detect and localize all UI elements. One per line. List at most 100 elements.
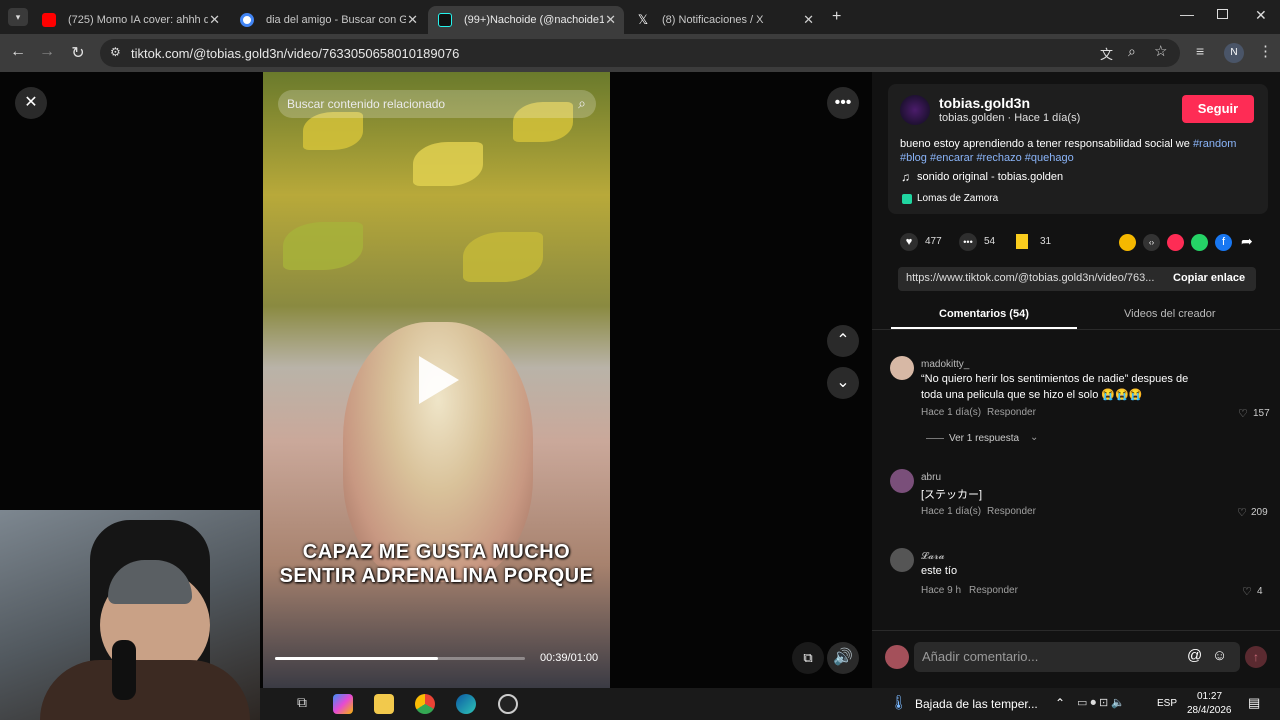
facebook-icon[interactable]: f xyxy=(1215,234,1232,251)
file-explorer-icon[interactable] xyxy=(374,694,394,714)
progress-fill xyxy=(275,657,438,660)
whatsapp-icon[interactable] xyxy=(1191,234,1208,251)
edge-icon[interactable] xyxy=(456,694,476,714)
heart-icon[interactable]: ♡ xyxy=(1242,585,1252,598)
comment-icon[interactable]: ••• xyxy=(959,233,977,251)
play-icon[interactable] xyxy=(419,356,459,404)
close-icon[interactable]: ✕ xyxy=(605,12,616,28)
tray-chevron-icon[interactable]: ⌃ xyxy=(1055,696,1065,710)
volume-icon[interactable]: 🔊 xyxy=(827,642,859,674)
close-icon[interactable]: ✕ xyxy=(209,12,220,28)
avatar[interactable] xyxy=(890,469,914,493)
x-icon: 𝕏 xyxy=(637,12,649,27)
comment-time: Hace 1 día(s) xyxy=(921,506,982,517)
send-icon[interactable] xyxy=(1167,234,1184,251)
avatar[interactable] xyxy=(890,356,914,380)
clock-time[interactable]: 01:27 xyxy=(1197,691,1222,702)
address-toolbar: ← → ↻ ⚙ tiktok.com/@tobias.gold3n/video/… xyxy=(0,34,1280,72)
profile-avatar[interactable]: N xyxy=(1224,43,1244,63)
progress-track[interactable] xyxy=(275,657,525,660)
location-icon xyxy=(902,194,912,204)
obs-icon[interactable] xyxy=(498,694,518,714)
follow-button[interactable]: Seguir xyxy=(1182,95,1254,123)
comment-likes: 157 xyxy=(1253,408,1270,419)
heart-icon[interactable]: ♡ xyxy=(1238,407,1248,420)
site-info-icon[interactable]: ⚙ xyxy=(110,45,121,59)
copilot-icon[interactable] xyxy=(333,694,353,714)
like-icon[interactable]: ♥ xyxy=(900,233,918,251)
comment-likes: 209 xyxy=(1251,507,1268,518)
bookmark-icon[interactable] xyxy=(1016,234,1028,249)
reload-button[interactable]: ↻ xyxy=(68,43,88,63)
comment-user[interactable]: abru xyxy=(921,472,941,483)
zoom-icon[interactable]: ⌕ xyxy=(1128,43,1136,60)
media-controls-icon[interactable]: ≡ xyxy=(1196,43,1204,59)
copy-link-button[interactable]: Copiar enlace xyxy=(1173,272,1245,284)
address-bar[interactable]: ⚙ tiktok.com/@tobias.gold3n/video/763305… xyxy=(100,39,1180,67)
menu-icon[interactable]: ⋮ xyxy=(1258,42,1273,60)
video-player[interactable]: 00:39/01:00 xyxy=(263,72,610,688)
video-time: 00:39/01:00 xyxy=(540,652,599,664)
send-comment-button[interactable]: ↑ xyxy=(1245,646,1267,668)
notifications-icon[interactable]: ▤ xyxy=(1248,695,1260,711)
translate-icon[interactable]: 文 xyxy=(1100,44,1113,63)
pip-icon[interactable]: ⧉ xyxy=(792,642,824,674)
more-options-icon[interactable]: ••• xyxy=(827,87,859,119)
bookmark-star-icon[interactable]: ☆ xyxy=(1154,42,1167,60)
link-field[interactable]: https://www.tiktok.com/@tobias.gold3n/vi… xyxy=(898,267,1256,291)
tab-comments[interactable]: Comentarios (54) xyxy=(939,308,1029,320)
close-icon[interactable]: ✕ xyxy=(407,12,418,28)
minimize-button[interactable]: — xyxy=(1180,6,1194,22)
next-video-button[interactable]: ⌄ xyxy=(827,367,859,399)
tab-strip: ▾ (725) Momo IA cover: ahhh des ✕ dia de… xyxy=(0,0,1280,34)
creator-subtitle: tobias.golden · Hace 1 día(s) xyxy=(939,112,1081,124)
chevron-down-icon: ⌄ xyxy=(1030,432,1039,443)
language-indicator[interactable]: ESP xyxy=(1157,698,1177,709)
avatar[interactable] xyxy=(890,548,914,572)
embed-icon[interactable]: ‹› xyxy=(1143,234,1160,251)
close-icon[interactable]: ✕ xyxy=(803,12,814,28)
task-view-icon[interactable]: ⧉ xyxy=(292,694,312,714)
creator-username[interactable]: tobias.gold3n xyxy=(939,95,1030,111)
like-count: 477 xyxy=(925,236,942,247)
back-button[interactable]: ← xyxy=(8,43,28,61)
share-icon[interactable]: ➦ xyxy=(1241,233,1253,250)
tab-google[interactable]: dia del amigo - Buscar con Goo ✕ xyxy=(230,6,426,34)
forward-button[interactable]: → xyxy=(37,43,57,61)
related-search-input[interactable]: Buscar contenido relacionado ⌕ xyxy=(278,90,596,118)
close-window-button[interactable]: ✕ xyxy=(1255,7,1267,24)
new-tab-button[interactable]: + xyxy=(832,8,841,26)
tabs-divider xyxy=(872,329,1280,330)
creator-avatar[interactable] xyxy=(900,95,930,125)
location-name[interactable]: Lomas de Zamora xyxy=(917,193,998,204)
reply-button[interactable]: Responder xyxy=(969,585,1018,596)
previous-video-button[interactable]: ⌃ xyxy=(827,325,859,357)
sound-name[interactable]: sonido original - tobias.golden xyxy=(917,171,1063,183)
weather-text[interactable]: Bajada de las temper... xyxy=(915,697,1038,711)
chrome-icon[interactable] xyxy=(415,694,435,714)
reply-button[interactable]: Responder xyxy=(987,407,1036,418)
close-video-button[interactable]: ✕ xyxy=(15,87,47,119)
maximize-button[interactable] xyxy=(1217,9,1228,19)
heart-icon[interactable]: ♡ xyxy=(1237,506,1247,519)
comment-user[interactable]: madokitty_ xyxy=(921,359,969,370)
tab-creator-videos[interactable]: Videos del creador xyxy=(1124,308,1216,320)
clock-date[interactable]: 28/4/2026 xyxy=(1187,705,1232,716)
mention-icon[interactable]: @ xyxy=(1187,647,1202,664)
view-replies-button[interactable]: Ver 1 respuesta xyxy=(949,433,1019,444)
leaf-decoration xyxy=(463,232,543,282)
reply-button[interactable]: Responder xyxy=(987,506,1036,517)
emoji-icon[interactable]: ☺ xyxy=(1212,647,1227,664)
comment-input[interactable]: Añadir comentario... @ ☺ xyxy=(914,642,1240,672)
comment-time: Hace 1 día(s) xyxy=(921,407,982,418)
tab-youtube[interactable]: (725) Momo IA cover: ahhh des ✕ xyxy=(32,6,228,34)
search-icon[interactable]: ⌕ xyxy=(578,95,586,112)
tab-search-button[interactable]: ▾ xyxy=(8,8,28,26)
tab-tiktok[interactable]: (99+)Nachoide (@nachoide1) | ✕ xyxy=(428,6,624,34)
leaf-decoration xyxy=(283,222,363,270)
tab-x[interactable]: 𝕏 (8) Notificaciones / X ✕ xyxy=(626,6,822,34)
comment-likes: 4 xyxy=(1257,586,1263,597)
repost-icon[interactable] xyxy=(1119,234,1136,251)
comment-user[interactable]: 𝓛𝓪𝓻𝓪 xyxy=(921,551,945,562)
tray-icons[interactable]: ▭ ⏺ ⊡ 🔈 xyxy=(1077,696,1125,710)
